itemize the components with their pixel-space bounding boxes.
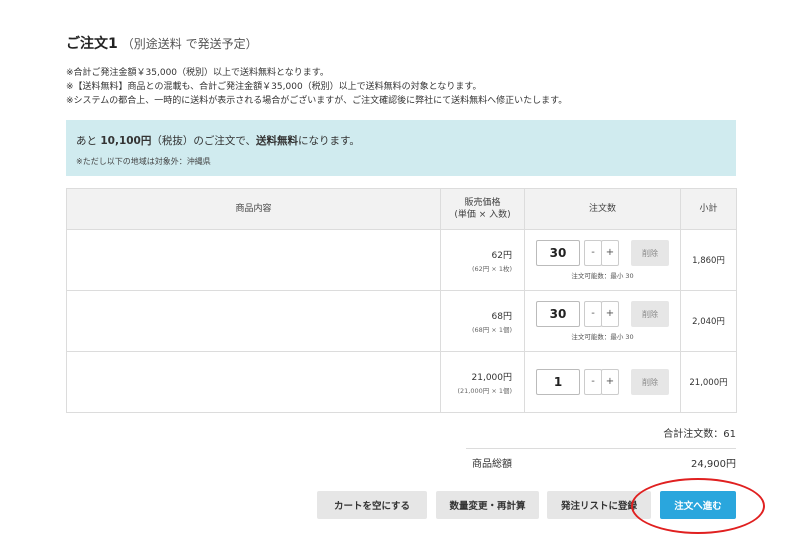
decrement-button[interactable]: - <box>584 369 602 395</box>
notice-prefix: あと <box>76 135 101 147</box>
empty-cart-button[interactable]: カートを空にする <box>317 491 427 519</box>
total-amount-value: 24,900円 <box>691 459 736 470</box>
shipping-notes: ※合計ご発注金額￥35,000（税別）以上で送料無料となります。 ※【送料無料】… <box>66 66 567 108</box>
subtotal-cell: 2,040円 <box>680 290 737 352</box>
total-amount-label: 商品総額 <box>472 459 512 470</box>
price-cell: 68円 (68円 × 1個) <box>440 290 525 352</box>
table-row: 68円 (68円 × 1個) - + 削除 注文可能数：最小 30 2,040円 <box>66 290 737 352</box>
unit-breakdown: (62円 × 1枚) <box>471 264 512 273</box>
order-title: ご注文1 （別途送料 で発送予定） <box>66 33 258 53</box>
note-line: ※システムの都合上、一時的に送料が表示される場合がございますが、ご注文確認後に弊… <box>66 96 568 106</box>
cart-table: 商品内容 販売価格 (単価 × 入数) 注文数 小計 62円 (62円 × 1枚)… <box>66 188 737 413</box>
delete-button[interactable]: 削除 <box>631 240 669 266</box>
quantity-input[interactable] <box>536 301 580 327</box>
header-price: 販売価格 (単価 × 入数) <box>440 188 525 230</box>
table-header-row: 商品内容 販売価格 (単価 × 入数) 注文数 小計 <box>66 188 737 230</box>
increment-button[interactable]: + <box>601 369 619 395</box>
table-row: 62円 (62円 × 1枚) - + 削除 注文可能数：最小 30 1,860円 <box>66 229 737 291</box>
product-cell <box>66 229 441 291</box>
quantity-input[interactable] <box>536 240 580 266</box>
recalculate-button[interactable]: 数量変更・再計算 <box>436 491 539 519</box>
notice-amount: 10,100円 <box>100 135 152 147</box>
price-cell: 21,000円 (21,000円 × 1個) <box>440 351 525 413</box>
increment-button[interactable]: + <box>601 240 619 266</box>
unit-price: 62円 <box>491 250 512 261</box>
qty-cell: - + 削除 <box>524 351 681 413</box>
delete-button[interactable]: 削除 <box>631 301 669 327</box>
quantity-input[interactable] <box>536 369 580 395</box>
subtotal-cell: 1,860円 <box>680 229 737 291</box>
notice-middle: （税抜）のご注文で、 <box>151 135 256 147</box>
qty-cell: - + 削除 注文可能数：最小 30 <box>524 229 681 291</box>
unit-breakdown: (68円 × 1個) <box>471 325 512 334</box>
header-product: 商品内容 <box>66 188 441 230</box>
price-cell: 62円 (62円 × 1枚) <box>440 229 525 291</box>
product-cell <box>66 351 441 413</box>
order-heading: ご注文1 <box>66 36 118 52</box>
order-shipping-note: （別途送料 で発送予定） <box>121 37 258 51</box>
delete-button[interactable]: 削除 <box>631 369 669 395</box>
decrement-button[interactable]: - <box>584 301 602 327</box>
header-qty: 注文数 <box>524 188 681 230</box>
min-qty-note: 注文可能数：最小 30 <box>571 333 634 341</box>
qty-cell: - + 削除 注文可能数：最小 30 <box>524 290 681 352</box>
summary-divider <box>466 448 736 449</box>
note-line: ※合計ご発注金額￥35,000（税別）以上で送料無料となります。 <box>66 68 329 78</box>
header-subtotal: 小計 <box>680 188 737 230</box>
header-price-label: 販売価格 <box>464 198 501 208</box>
product-cell <box>66 290 441 352</box>
free-shipping-notice: あと 10,100円（税抜）のご注文で、送料無料になります。 ※ただし以下の地域… <box>66 120 736 176</box>
notice-suffix: になります。 <box>297 135 360 147</box>
total-quantity: 合計注文数：61 <box>663 429 736 440</box>
unit-price: 21,000円 <box>471 372 513 383</box>
increment-button[interactable]: + <box>601 301 619 327</box>
notice-exclusion: ※ただし以下の地域は対象外：沖縄県 <box>76 157 211 166</box>
subtotal-cell: 21,000円 <box>680 351 737 413</box>
notice-message: あと 10,100円（税抜）のご注文で、送料無料になります。 <box>76 133 360 148</box>
unit-price: 68円 <box>491 311 512 322</box>
proceed-to-order-button[interactable]: 注文へ進む <box>660 491 736 519</box>
unit-breakdown: (21,000円 × 1個) <box>457 386 512 395</box>
decrement-button[interactable]: - <box>584 240 602 266</box>
notice-free-shipping: 送料無料 <box>255 135 298 147</box>
table-row: 21,000円 (21,000円 × 1個) - + 削除 21,000円 <box>66 351 737 413</box>
header-price-unit: (単価 × 入数) <box>454 210 511 220</box>
note-line: ※【送料無料】商品との混載も、合計ご発注金額￥35,000（税別）以上で送料無料… <box>66 82 482 92</box>
min-qty-note: 注文可能数：最小 30 <box>571 272 634 280</box>
add-to-order-list-button[interactable]: 発注リストに登録 <box>547 491 651 519</box>
